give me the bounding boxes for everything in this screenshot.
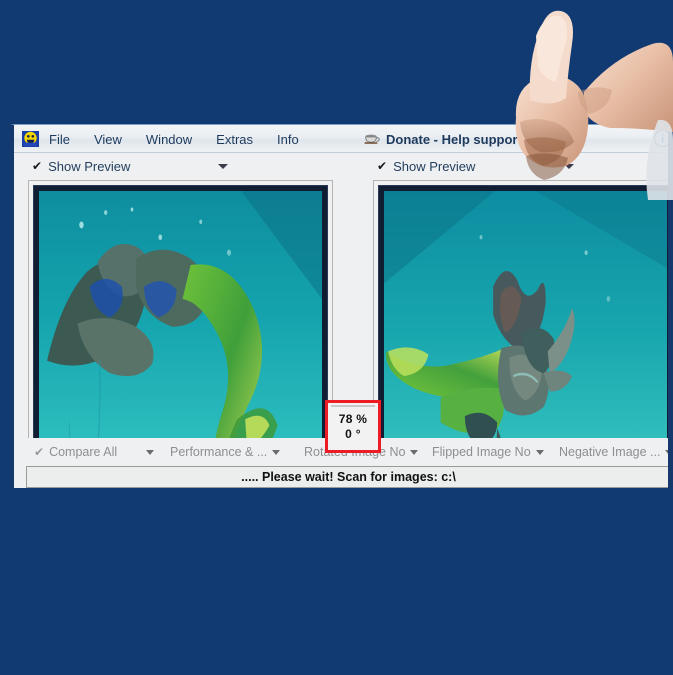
chevron-down-icon-rotated[interactable] bbox=[410, 449, 419, 455]
chevron-down-icon-flipped[interactable] bbox=[535, 449, 544, 455]
show-preview-right-toggle[interactable]: ✔ Show Preview bbox=[377, 153, 475, 179]
donate-label: Donate - Help support my w bbox=[386, 131, 558, 147]
chevron-down-icon-right[interactable] bbox=[564, 164, 574, 169]
menu-item-info[interactable]: Info bbox=[274, 130, 302, 149]
flipped-image-label: Flipped Image No bbox=[432, 445, 531, 459]
similarity-compare-box[interactable]: 78 % 0 ° bbox=[325, 400, 381, 453]
window-right-edge bbox=[668, 125, 673, 488]
show-preview-right-label: Show Preview bbox=[393, 158, 476, 174]
performance-dropdown[interactable]: Performance & ... bbox=[170, 445, 281, 459]
application-window: File View Window Extras Info Donate - He… bbox=[10, 124, 673, 488]
compare-all-label: Compare All bbox=[49, 445, 118, 459]
chevron-down-icon-performance[interactable] bbox=[272, 449, 281, 455]
similarity-value: 78 % bbox=[338, 411, 368, 426]
show-preview-left-label: Show Preview bbox=[48, 158, 131, 174]
check-icon: ✔ bbox=[34, 445, 45, 459]
compare-all-toggle[interactable]: ✔ Compare All bbox=[34, 445, 117, 459]
check-icon: ✔ bbox=[32, 159, 43, 173]
compare-box-divider bbox=[331, 405, 375, 407]
status-text: ..... Please wait! Scan for images: c:\ bbox=[241, 470, 456, 484]
check-icon: ✔ bbox=[377, 159, 388, 173]
menu-item-view[interactable]: View bbox=[91, 130, 125, 149]
show-preview-left-toggle[interactable]: ✔ Show Preview bbox=[32, 153, 130, 179]
rotation-value: 0 ° bbox=[345, 426, 361, 441]
app-smiley-icon bbox=[22, 130, 40, 148]
menu-item-extras[interactable]: Extras bbox=[213, 130, 256, 149]
menu-item-file[interactable]: File bbox=[46, 130, 73, 149]
desktop-background: File View Window Extras Info Donate - He… bbox=[0, 0, 673, 675]
coffee-cup-icon bbox=[364, 132, 380, 146]
status-bar: ..... Please wait! Scan for images: c:\ bbox=[26, 466, 671, 488]
preview-options-row: ✔ Show Preview ✔ Show Preview bbox=[14, 153, 673, 179]
negative-image-label: Negative Image ... bbox=[559, 445, 661, 459]
performance-label: Performance & ... bbox=[170, 445, 268, 459]
flipped-image-dropdown[interactable]: Flipped Image No bbox=[432, 445, 544, 459]
menu-item-window[interactable]: Window bbox=[143, 130, 195, 149]
chevron-down-icon-left[interactable] bbox=[218, 164, 228, 169]
title-menu-bar: File View Window Extras Info Donate - He… bbox=[14, 125, 673, 153]
donate-link[interactable]: Donate - Help support my w bbox=[364, 125, 558, 153]
chevron-down-icon-compare-all[interactable] bbox=[146, 450, 154, 455]
menu-bar: File View Window Extras Info bbox=[46, 125, 302, 153]
negative-image-dropdown[interactable]: Negative Image ... bbox=[559, 445, 673, 459]
